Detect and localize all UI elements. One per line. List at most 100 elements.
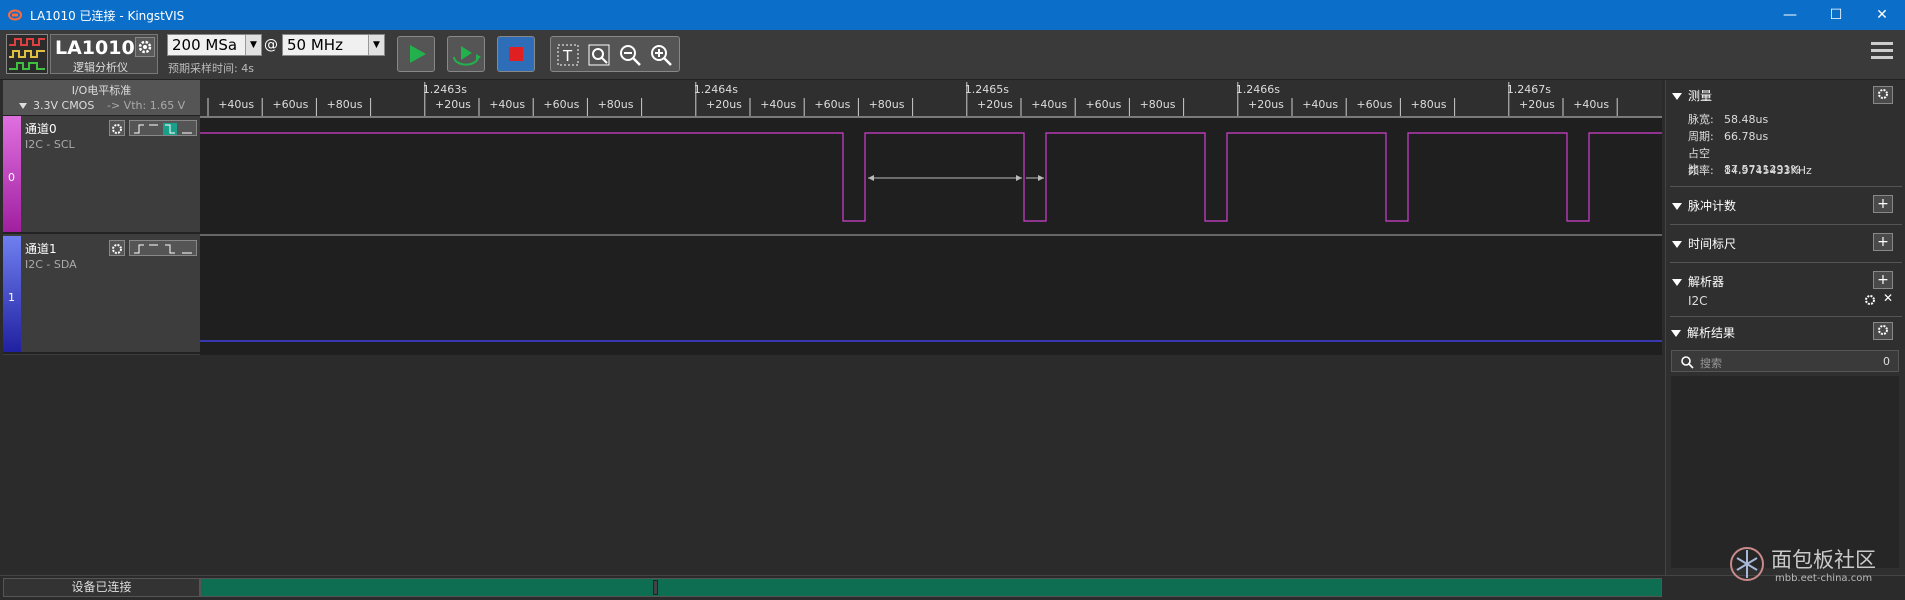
pulse-width-measure-arrow	[868, 175, 1044, 181]
results-count: 0	[1883, 355, 1890, 368]
stop-button[interactable]	[497, 36, 535, 72]
watermark: 面包板社区 mbb.eet-china.com	[1725, 540, 1900, 590]
channel-name: 通道0	[25, 122, 57, 136]
maximize-button[interactable]: ☐	[1813, 0, 1859, 30]
results-search-input[interactable]: 搜索 0	[1671, 350, 1899, 372]
divider	[1670, 186, 1902, 187]
channel-index: 0	[8, 171, 15, 184]
channel-settings-gear-icon[interactable]	[109, 120, 125, 136]
zoom-out-icon[interactable]	[617, 42, 643, 68]
channel-protocol: I2C - SCL	[25, 138, 75, 151]
watermark-name: 面包板社区	[1771, 548, 1876, 572]
results-section: 解析结果 搜索 0	[1665, 316, 1905, 575]
triangle-down-icon	[19, 103, 27, 109]
chevron-down-icon: ▼	[245, 35, 261, 55]
channel-settings-gear-icon[interactable]	[109, 240, 125, 256]
loop-start-button[interactable]	[447, 36, 485, 72]
pulse-count-add-button[interactable]: +	[1873, 195, 1893, 213]
measure-row-frequency: 频率: 14.9745433KHz	[1688, 162, 1812, 178]
zoom-fit-icon[interactable]	[586, 42, 612, 68]
loop-play-icon	[453, 46, 481, 66]
device-subtitle: 逻辑分析仪	[73, 61, 128, 74]
measure-key: 脉宽:	[1688, 113, 1714, 126]
measure-section-header[interactable]: 测量	[1672, 87, 1712, 104]
analyzer-settings-gear-icon[interactable]	[1863, 292, 1877, 306]
view-tools-group: T	[550, 36, 680, 72]
search-placeholder: 搜索	[1700, 357, 1722, 370]
io-standard-panel[interactable]: I/O电平标准 3.3V CMOS -> Vth: 1.65 V	[3, 80, 200, 116]
sample-depth-value: 200 MSa	[172, 36, 238, 54]
device-waveform-icon	[6, 34, 48, 74]
trigger-selector[interactable]	[129, 120, 197, 136]
time-ruler-add-button[interactable]: +	[1873, 233, 1893, 251]
falling-edge-icon	[165, 244, 175, 254]
scrollbar-thumb[interactable]	[653, 580, 658, 595]
hamburger-menu-icon[interactable]	[1871, 42, 1893, 62]
device-panel[interactable]: LA1010 逻辑分析仪	[50, 34, 158, 74]
text-cursor-icon[interactable]: T	[555, 42, 581, 68]
measure-row-pulse-width: 脉宽: 58.48us	[1688, 111, 1768, 127]
toolbar: LA1010 逻辑分析仪 200 MSa ▼ @ 50 MHz ▼ 预期采样时间…	[0, 30, 1905, 80]
window-title: LA1010 已连接 - KingstVIS	[30, 9, 185, 23]
results-settings-gear-icon[interactable]	[1873, 322, 1893, 340]
analyzer-remove-icon[interactable]: ✕	[1883, 291, 1893, 305]
sample-rate-select[interactable]: 50 MHz ▼	[282, 34, 385, 56]
measure-key: 周期:	[1688, 130, 1714, 143]
measure-value: 14.9745433KHz	[1724, 164, 1812, 177]
measure-settings-gear-icon[interactable]	[1873, 86, 1893, 104]
empty-canvas-area	[3, 355, 1662, 575]
close-button[interactable]: ✕	[1859, 0, 1905, 30]
analyzer-add-button[interactable]: +	[1873, 271, 1893, 289]
measure-title: 测量	[1688, 89, 1713, 103]
io-level-value: 3.3V CMOS	[33, 99, 95, 112]
play-icon	[410, 45, 426, 63]
channel-index: 1	[8, 291, 15, 304]
sample-rate-value: 50 MHz	[287, 36, 343, 54]
io-level-select[interactable]: 3.3V CMOS	[19, 99, 94, 112]
rising-edge-icon	[134, 124, 144, 134]
kingst-logo-icon	[8, 9, 22, 21]
waveform-area[interactable]: +20us+40us+60us+80us1.2463s+20us+40us+60…	[164, 80, 1662, 355]
measure-row-period: 周期: 66.78us	[1688, 128, 1768, 144]
io-standard-title: I/O电平标准	[71, 84, 132, 97]
measure-value: 58.48us	[1724, 113, 1769, 126]
scl-trace	[200, 132, 1662, 222]
channel-panel: I/O电平标准 3.3V CMOS -> Vth: 1.65 V 0 通道0 I…	[3, 80, 200, 355]
search-icon	[1681, 356, 1694, 369]
channel-name: 通道1	[25, 242, 57, 256]
device-name: LA1010	[55, 37, 135, 59]
measure-key: 频率:	[1688, 164, 1714, 177]
waveform-traces	[200, 132, 1662, 342]
time-ruler-section-header[interactable]: 时间标尺	[1672, 235, 1736, 252]
status-bar: 设备已连接	[0, 575, 1905, 600]
sample-depth-select[interactable]: 200 MSa ▼	[167, 34, 262, 56]
triangle-down-icon	[1672, 241, 1682, 248]
stop-icon	[509, 47, 523, 61]
at-symbol: @	[264, 37, 278, 53]
device-settings-gear-icon[interactable]	[135, 37, 155, 57]
results-section-header[interactable]: 解析结果	[1671, 324, 1735, 341]
minimize-button[interactable]: —	[1767, 0, 1813, 30]
rising-edge-icon	[134, 244, 144, 254]
triangle-down-icon	[1672, 203, 1682, 210]
svg-text:T: T	[562, 47, 573, 65]
time-ruler-title: 时间标尺	[1688, 237, 1737, 251]
zoom-in-icon[interactable]	[648, 42, 674, 68]
trigger-selector[interactable]	[129, 240, 197, 256]
analyzer-section-header[interactable]: 解析器	[1672, 273, 1724, 290]
triangle-down-icon	[1672, 93, 1682, 100]
title-bar: LA1010 已连接 - KingstVIS — ☐ ✕	[0, 0, 1905, 30]
triangle-down-icon	[1671, 330, 1681, 337]
watermark-logo-icon	[1730, 547, 1764, 581]
triangle-down-icon	[1672, 279, 1682, 286]
watermark-url: mbb.eet-china.com	[1775, 573, 1873, 584]
pulse-count-section-header[interactable]: 脉冲计数	[1672, 197, 1736, 214]
start-button[interactable]	[397, 36, 435, 72]
pulse-count-title: 脉冲计数	[1688, 199, 1737, 213]
channel-row-0[interactable]: 0 通道0 I2C - SCL	[3, 116, 200, 234]
divider	[1670, 262, 1902, 263]
vth-value: -> Vth: 1.65 V	[107, 99, 186, 112]
timeline-scrollbar[interactable]	[200, 578, 1662, 597]
analyzer-item-i2c[interactable]: I2C	[1688, 294, 1708, 308]
channel-row-1[interactable]: 1 通道1 I2C - SDA	[3, 236, 200, 354]
